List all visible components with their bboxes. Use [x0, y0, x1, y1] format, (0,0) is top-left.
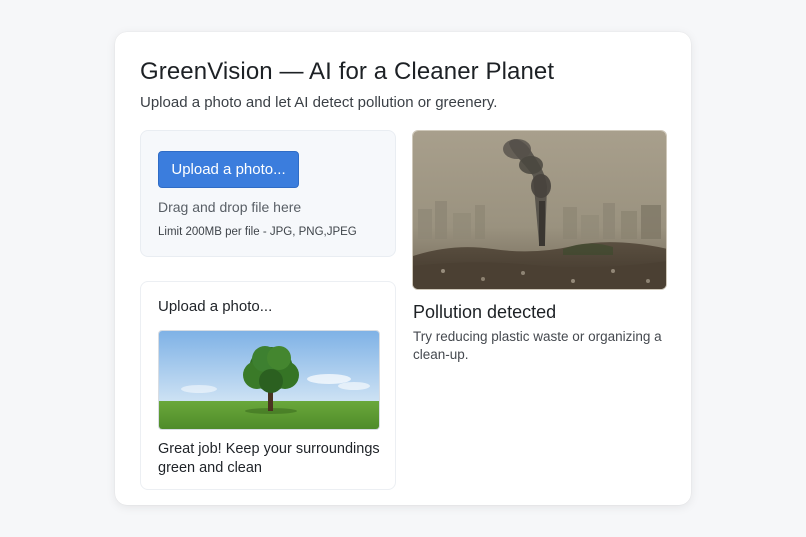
- result-card-title: Upload a photo...: [158, 298, 273, 315]
- pollution-result-title: Pollution detected: [413, 302, 557, 322]
- smokestack-photo: [412, 130, 667, 290]
- page-subtitle: Upload a photo and let AI detect polluti…: [140, 94, 498, 111]
- greenery-message: Great job! Keep your surroundings green …: [158, 441, 380, 476]
- pollution-tip: Try reducing plastic waste or organizing…: [413, 329, 662, 362]
- tree-photo: [158, 330, 380, 430]
- upload-button[interactable]: Upload a photo...: [158, 151, 299, 188]
- main-card: GreenVision — AI for a Cleaner Planet Up…: [115, 32, 691, 505]
- file-uploader[interactable]: Upload a photo... Drag and drop file her…: [140, 130, 396, 257]
- drag-drop-text: Drag and drop file here: [158, 199, 302, 215]
- file-limit-text: Limit 200MB per file - JPG, PNG,JPEG: [158, 226, 357, 238]
- greenery-result-card: Upload a photo... Great job! Keep your s…: [140, 281, 396, 490]
- page-title: GreenVision — AI for a Cleaner Planet: [140, 58, 555, 85]
